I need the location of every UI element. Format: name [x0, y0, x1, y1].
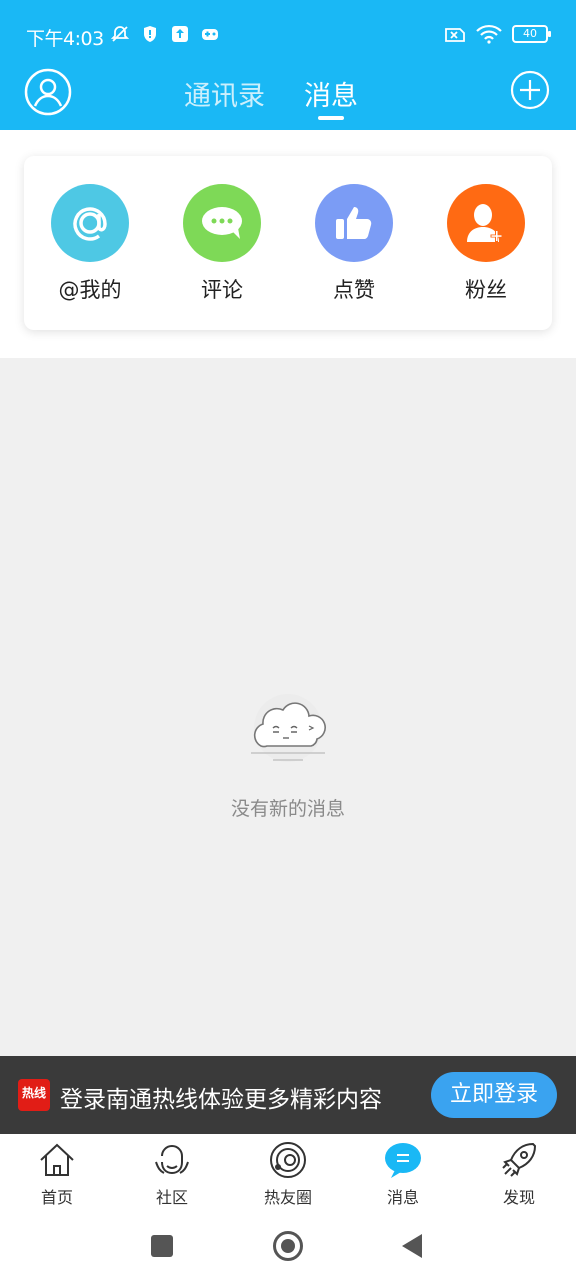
nav-item-friends-circle[interactable]: 热友圈 — [243, 1140, 333, 1208]
active-tab-indicator — [318, 116, 344, 120]
user-avatar-icon[interactable] — [24, 68, 72, 116]
tab-messages[interactable]: 消息 — [304, 74, 358, 113]
home-circle-icon[interactable] — [273, 1231, 303, 1261]
comment-icon — [183, 184, 261, 262]
notification-muted-icon — [110, 26, 130, 42]
message-categories-card: @我的 评论 点赞 粉丝 — [24, 156, 552, 330]
recent-apps-icon[interactable] — [151, 1235, 173, 1257]
sleepy-cloud-icon — [251, 694, 326, 762]
wifi-icon — [476, 24, 502, 44]
battery-icon: 40 — [512, 25, 551, 43]
status-time: 下午4:03 — [26, 28, 104, 50]
community-icon — [155, 1145, 189, 1175]
category-label: 评论 — [201, 278, 243, 302]
add-fan-icon — [447, 184, 525, 262]
nav-label: 发现 — [502, 1188, 535, 1207]
login-banner-message: 登录南通热线体验更多精彩内容 — [60, 1087, 382, 1113]
nav-label: 热友圈 — [263, 1188, 312, 1207]
shield-icon — [144, 26, 156, 42]
category-label: 点赞 — [333, 278, 375, 302]
plus-circle-icon[interactable] — [510, 70, 550, 110]
login-button[interactable]: 立即登录 — [431, 1072, 557, 1118]
status-bar: 下午4:03 40 — [0, 0, 576, 60]
status-left-icons — [110, 24, 220, 44]
empty-state: 没有新的消息 — [0, 690, 576, 821]
sim-icon — [445, 28, 465, 42]
category-comments[interactable]: 评论 — [172, 184, 272, 304]
rocket-icon — [502, 1142, 537, 1177]
bottom-navigation: 首页 社区 热友圈 消息 发现 — [0, 1134, 576, 1216]
nav-label: 社区 — [155, 1188, 188, 1207]
category-label: @我的 — [58, 278, 122, 302]
nav-label: 消息 — [386, 1188, 419, 1207]
nav-item-home[interactable]: 首页 — [12, 1140, 102, 1208]
category-at-me[interactable]: @我的 — [40, 184, 140, 304]
home-icon — [40, 1143, 74, 1176]
app-header: 通讯录 消息 — [0, 60, 576, 130]
category-likes[interactable]: 点赞 — [304, 184, 404, 304]
message-icon — [385, 1143, 421, 1178]
battery-level: 40 — [523, 27, 537, 40]
category-fans[interactable]: 粉丝 — [436, 184, 536, 304]
back-triangle-icon[interactable] — [402, 1234, 422, 1258]
nav-item-discover[interactable]: 发现 — [474, 1140, 564, 1208]
tab-contacts[interactable]: 通讯录 — [184, 74, 265, 113]
nav-item-community[interactable]: 社区 — [127, 1140, 217, 1208]
thumbs-up-icon — [315, 184, 393, 262]
at-icon — [51, 184, 129, 262]
app-logo: 热线 — [18, 1079, 50, 1111]
status-right-icons: 40 — [444, 24, 551, 44]
upload-icon — [172, 26, 188, 42]
nav-item-messages[interactable]: 消息 — [358, 1140, 448, 1208]
login-banner: 热线 登录南通热线体验更多精彩内容 立即登录 — [0, 1056, 576, 1134]
system-navigation-bar — [0, 1216, 576, 1280]
empty-state-text: 没有新的消息 — [230, 798, 345, 820]
category-label: 粉丝 — [465, 278, 507, 302]
gamepad-icon — [202, 29, 218, 40]
friends-circle-icon — [270, 1142, 306, 1178]
nav-label: 首页 — [40, 1188, 73, 1207]
message-categories-section: @我的 评论 点赞 粉丝 — [0, 130, 576, 358]
